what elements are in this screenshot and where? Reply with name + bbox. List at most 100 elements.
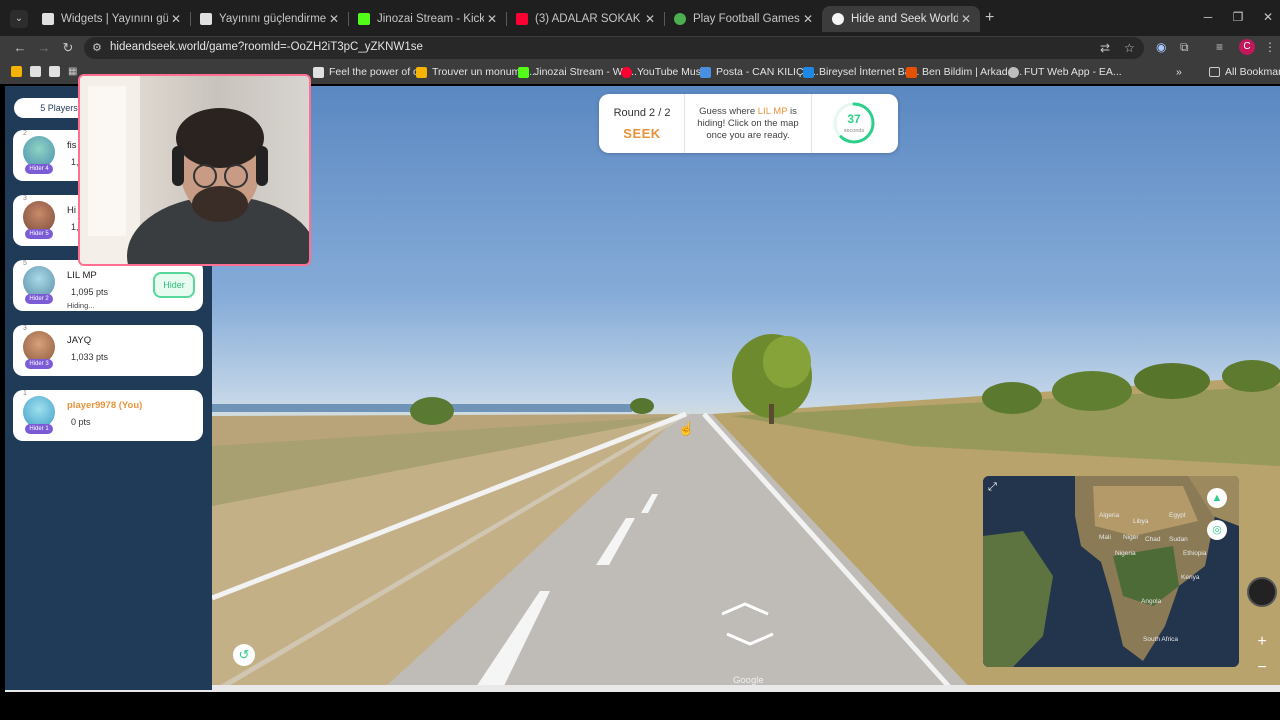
player-level: 1	[23, 390, 27, 397]
tab-stream-tips[interactable]: Yayınını güçlendirmek için en iy ✕	[190, 6, 348, 32]
expand-map-icon[interactable]: ⤢	[988, 481, 1004, 497]
bookmark-item[interactable]: Feel the power of o...	[313, 66, 428, 78]
new-tab-button[interactable]: +	[985, 9, 994, 27]
guess-minimap[interactable]: ⤢ ▲ ◎ Algeria Libya Egypt Mali Niger Cha…	[983, 476, 1239, 667]
bookmark-icon[interactable]	[11, 66, 22, 77]
map-label: Libya	[1133, 518, 1149, 525]
google-logo: Google	[733, 675, 764, 686]
map-label: Niger	[1123, 534, 1139, 541]
player-card[interactable]: 3 Hider 3 JAYQ 1,033 pts	[13, 325, 203, 376]
hider-badge: Hider 3	[25, 359, 53, 369]
minimize-icon[interactable]: ─	[1198, 10, 1218, 24]
phase-label: SEEK	[623, 126, 661, 141]
address-bar[interactable]: ⚙ hideandseek.world/game?roomId=-OoZH2iT…	[84, 37, 1144, 59]
map-label: Sudan	[1169, 536, 1188, 543]
extension-audio-icon[interactable]: ◉	[1156, 40, 1166, 54]
return-to-start-icon[interactable]: ↺	[233, 644, 255, 666]
player-level: 3	[23, 325, 27, 332]
hider-badge: Hider 2	[25, 294, 53, 304]
guess-prefix: Guess where	[699, 106, 758, 117]
player-points: 1,095 pts	[71, 287, 109, 297]
close-tab-icon[interactable]: ✕	[800, 12, 816, 26]
tab-widgets[interactable]: Widgets | Yayınını güçlendirmek ✕	[32, 6, 190, 32]
extensions-icon[interactable]: ⧉	[1180, 40, 1189, 55]
map-layer-icon[interactable]: ▲	[1207, 488, 1227, 508]
player-card[interactable]: 5 Hider 2 LIL MP 1,095 pts Hiding... Hid…	[13, 260, 203, 311]
globe-icon	[1008, 66, 1019, 78]
map-label: Ethiopia	[1183, 550, 1207, 557]
all-bookmarks-label: All Bookmarks	[1225, 66, 1280, 78]
bookmark-item[interactable]: Jinozai Stream - Wa...	[518, 66, 637, 78]
bookmark-item[interactable]: FUT Web App - EA...	[1008, 66, 1122, 78]
bookmarks-overflow-icon[interactable]: »	[1176, 66, 1182, 78]
bookmark-item[interactable]: YouTube Music	[621, 66, 709, 78]
divider	[811, 94, 812, 153]
zoom-out-button[interactable]: −	[1248, 657, 1276, 679]
tab-title: (3) ADALAR SOKAK LEZZETLERİ	[535, 13, 642, 25]
player-name: player9978 (You)	[67, 400, 143, 411]
site-info-icon[interactable]: ⚙	[92, 41, 102, 54]
tab-favicon-icon	[200, 13, 212, 25]
bookmark-item[interactable]: Ben Bildim | Arkada...	[906, 66, 1022, 78]
profile-avatar[interactable]: C	[1239, 39, 1255, 55]
bookmark-star-icon[interactable]: ☆	[1124, 41, 1135, 55]
webcam-feed	[80, 76, 309, 264]
quiz-icon	[906, 66, 917, 78]
menu-kebab-icon[interactable]: ⋮	[1264, 40, 1276, 54]
map-label: Chad	[1145, 536, 1161, 543]
tab-youtube[interactable]: (3) ADALAR SOKAK LEZZETLERİ ✕	[506, 6, 664, 32]
forward-icon[interactable]: →	[36, 40, 52, 55]
close-tab-icon[interactable]: ✕	[168, 12, 184, 26]
player-points: 1,033 pts	[71, 352, 109, 362]
map-label: South Africa	[1143, 636, 1179, 643]
player-points: 0 pts	[71, 417, 91, 427]
close-tab-icon[interactable]: ✕	[958, 12, 974, 26]
close-window-icon[interactable]: ✕	[1258, 10, 1278, 24]
player-name: JAYQ	[67, 335, 92, 346]
all-bookmarks[interactable]: All Bookmarks	[1209, 66, 1280, 78]
tab-title: Widgets | Yayınını güçlendirmek	[61, 13, 168, 25]
zoom-in-button[interactable]: +	[1248, 631, 1276, 653]
bookmark-icon[interactable]	[30, 66, 41, 77]
bookmark-label: FUT Web App - EA...	[1024, 66, 1122, 78]
bookmark-item[interactable]: Posta - CAN KILIÇ -...	[700, 66, 819, 78]
map-label: Algeria	[1099, 512, 1120, 519]
timer-value: 37	[847, 112, 861, 126]
tab-search-icon[interactable]: ⌄	[10, 10, 28, 28]
map-label: Mali	[1099, 534, 1111, 541]
bookmark-label: YouTube Music	[637, 66, 709, 78]
apps-grid-icon[interactable]: ▦	[68, 66, 79, 77]
round-label: Round 2 / 2	[613, 107, 671, 119]
tab-title: Jinozai Stream - Kick Dashboard	[377, 13, 484, 25]
bookmark-icon[interactable]	[49, 66, 60, 77]
player-name: Hi	[67, 205, 76, 216]
compass-icon[interactable]	[1247, 577, 1277, 607]
translate-icon[interactable]: ⇄	[1100, 41, 1110, 55]
back-icon[interactable]: ←	[12, 40, 28, 55]
bookmark-item[interactable]: Bireysel İnternet Ba...	[803, 66, 919, 78]
tab-kick-dashboard[interactable]: Jinozai Stream - Kick Dashboard ✕	[348, 6, 506, 32]
tab-title: Hide and Seek World: Online M	[851, 13, 958, 25]
tab-favicon-icon	[42, 13, 54, 25]
player-card-self[interactable]: 1 Hider 1 player9978 (You) 0 pts	[13, 390, 203, 441]
tab-hide-and-seek[interactable]: Hide and Seek World: Online M ✕	[822, 6, 980, 32]
youtube-music-icon	[621, 66, 632, 78]
browser-toolbar: ← → ↻ ⚙ hideandseek.world/game?roomId=-O…	[0, 36, 1280, 60]
restore-icon[interactable]: ❐	[1228, 10, 1248, 24]
webcam-overlay	[78, 74, 311, 266]
media-control-icon[interactable]: ≡	[1216, 40, 1223, 54]
player-level: 3	[23, 195, 27, 202]
reload-icon[interactable]: ↻	[60, 40, 76, 56]
close-tab-icon[interactable]: ✕	[326, 12, 342, 26]
hider-tag-button[interactable]: Hider	[153, 272, 195, 298]
mouse-cursor-icon: ☝	[678, 421, 695, 436]
tab-football[interactable]: Play Football Games - Football ✕	[664, 6, 822, 32]
round-info-panel: Round 2 / 2 SEEK Guess where LIL MP is h…	[599, 94, 898, 153]
close-tab-icon[interactable]: ✕	[642, 12, 658, 26]
kick-icon	[518, 66, 529, 78]
hider-badge: Hider 5	[25, 229, 53, 239]
close-tab-icon[interactable]: ✕	[484, 12, 500, 26]
recenter-icon[interactable]: ◎	[1207, 520, 1227, 540]
player-status: Hiding...	[67, 301, 95, 310]
mail-icon	[700, 66, 711, 78]
